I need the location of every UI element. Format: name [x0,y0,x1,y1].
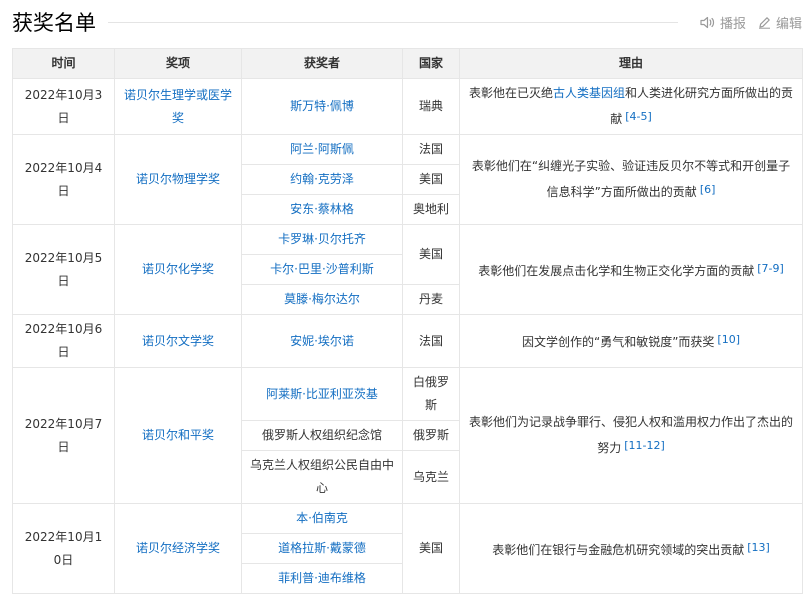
country-cell: 奥地利 [402,194,460,225]
edit-button[interactable]: 编辑 [758,13,802,32]
title-divider [108,22,678,23]
laureate-link[interactable]: 莫滕·梅尔达尔 [284,292,360,306]
laureate-cell: 约翰·克劳泽 [241,164,403,195]
laureate-cell: 俄罗斯人权组织纪念馆 [241,420,403,451]
date-cell: 2022年10月6日 [12,314,115,368]
laureate-cell: 斯万特·佩博 [241,78,403,135]
table-row: 2022年10月3日 诺贝尔生理学或医学奖 斯万特·佩博 瑞典 表彰他在已灭绝古… [12,78,803,135]
table-row: 2022年10月10日 诺贝尔经济学奖 本·伯南克 美国 表彰他们在银行与金融危… [12,503,803,594]
pencil-icon [758,17,770,29]
country-cell: 白俄罗斯 [402,367,460,421]
laureate-cell: 卡尔·巴里·沙普利斯 [241,254,403,285]
country-cell: 丹麦 [402,284,460,315]
table-row: 2022年10月6日 诺贝尔文学奖 安妮·埃尔诺 法国 因文学创作的“勇气和敏锐… [12,314,803,368]
prize-link[interactable]: 诺贝尔物理学奖 [136,172,220,186]
table-row: 2022年10月5日 诺贝尔化学奖 卡罗琳·贝尔托齐 美国 表彰他们在发展点击化… [12,224,803,315]
laureate-cell: 菲利普·迪布维格 [241,563,403,594]
country-cell: 瑞典 [402,78,460,135]
awards-table: 时间 奖项 获奖者 国家 理由 2022年10月3日 诺贝尔生理学或医学奖 斯万… [12,48,803,594]
laureate-link[interactable]: 卡尔·巴里·沙普利斯 [270,262,374,276]
country-cell: 乌克兰 [402,450,460,504]
section-title: 获奖名单 [12,11,96,35]
date-cell: 2022年10月10日 [12,503,115,594]
country-cell: 美国 [402,164,460,195]
prize-cell: 诺贝尔文学奖 [114,314,242,368]
laureate-link[interactable]: 卡罗琳·贝尔托齐 [278,232,366,246]
reason-text: 表彰他们在发展点击化学和生物正交化学方面的贡献 [478,263,755,278]
laureate-link[interactable]: 约翰·克劳泽 [290,172,354,186]
laureate-cell: 乌克兰人权组织公民自由中心 [241,450,403,504]
laureate-link[interactable]: 阿莱斯·比亚利亚茨基 [266,387,378,401]
prize-link[interactable]: 诺贝尔经济学奖 [136,541,220,555]
country-cell: 俄罗斯 [402,420,460,451]
reference-link[interactable]: [10] [717,333,740,346]
reference-link[interactable]: [13] [747,541,770,554]
prize-cell: 诺贝尔物理学奖 [114,134,242,225]
play-label: 播报 [719,17,746,32]
laureate-cell: 安妮·埃尔诺 [241,314,403,368]
country-cell: 法国 [402,314,460,368]
section-header: 获奖名单 播报 编辑 [12,8,802,38]
column-header: 理由 [459,48,803,79]
laureate-link[interactable]: 菲利普·迪布维格 [278,571,366,585]
prize-cell: 诺贝尔和平奖 [114,367,242,504]
speaker-icon [700,16,715,29]
prize-link[interactable]: 诺贝尔和平奖 [142,428,214,442]
table-row: 2022年10月4日 诺贝尔物理学奖 阿兰·阿斯佩 法国 表彰他们在“纠缠光子实… [12,134,803,225]
reason-cell: 表彰他们在发展点击化学和生物正交化学方面的贡献 [7-9] [459,224,803,315]
play-button[interactable]: 播报 [700,13,746,32]
country-cell: 美国 [402,503,460,594]
laureate-link[interactable]: 斯万特·佩博 [290,99,354,113]
table-header-row: 时间 奖项 获奖者 国家 理由 [12,48,803,79]
laureate-link[interactable]: 安妮·埃尔诺 [290,334,354,348]
prize-link[interactable]: 诺贝尔化学奖 [142,262,214,276]
reason-cell: 表彰他们在“纠缠光子实验、验证违反贝尔不等式和开创量子信息科学”方面所做出的贡献… [459,134,803,225]
laureate-cell: 道格拉斯·戴蒙德 [241,533,403,564]
date-cell: 2022年10月7日 [12,367,115,504]
reference-link[interactable]: [6] [700,183,716,196]
prize-cell: 诺贝尔生理学或医学奖 [114,78,242,135]
reason-text: 表彰他们在银行与金融危机研究领域的突出贡献 [492,542,745,557]
laureate-cell: 本·伯南克 [241,503,403,534]
laureate-cell: 安东·蔡林格 [241,194,403,225]
reference-link[interactable]: [11-12] [624,439,665,452]
reason-cell: 表彰他们在银行与金融危机研究领域的突出贡献 [13] [459,503,803,594]
laureate-cell: 阿莱斯·比亚利亚茨基 [241,367,403,421]
column-header: 获奖者 [241,48,403,79]
laureate-link[interactable]: 本·伯南克 [296,511,348,525]
laureate-link[interactable]: 道格拉斯·戴蒙德 [278,541,366,555]
date-cell: 2022年10月3日 [12,78,115,135]
laureate-cell: 莫滕·梅尔达尔 [241,284,403,315]
date-cell: 2022年10月4日 [12,134,115,225]
prize-link[interactable]: 诺贝尔生理学或医学奖 [124,88,232,125]
reference-link[interactable]: [7-9] [757,262,784,275]
reference-link[interactable]: [4-5] [625,110,652,123]
reason-cell: 因文学创作的“勇气和敏锐度”而获奖 [10] [459,314,803,368]
reason-text: 表彰他们在“纠缠光子实验、验证违反贝尔不等式和开创量子信息科学”方面所做出的贡献 [471,159,791,199]
prize-link[interactable]: 诺贝尔文学奖 [142,334,214,348]
country-cell: 美国 [402,224,460,285]
laureate-link[interactable]: 阿兰·阿斯佩 [290,142,354,156]
column-header: 时间 [12,48,115,79]
reason-text: 表彰他在已灭绝 [468,86,553,100]
laureate-cell: 卡罗琳·贝尔托齐 [241,224,403,255]
prize-cell: 诺贝尔经济学奖 [114,503,242,594]
reason-cell: 表彰他们为记录战争罪行、侵犯人权和滥用权力作出了杰出的努力 [11-12] [459,367,803,504]
country-cell: 法国 [402,134,460,165]
header-actions: 播报 编辑 [700,13,802,32]
column-header: 国家 [402,48,460,79]
date-cell: 2022年10月5日 [12,224,115,315]
laureate-cell: 阿兰·阿斯佩 [241,134,403,165]
edit-label: 编辑 [775,17,802,32]
column-header: 奖项 [114,48,242,79]
laureate-link[interactable]: 安东·蔡林格 [290,202,354,216]
reason-cell: 表彰他在已灭绝古人类基因组和人类进化研究方面所做出的贡献 [4-5] [459,78,803,135]
reason-link[interactable]: 古人类基因组 [553,86,625,100]
prize-cell: 诺贝尔化学奖 [114,224,242,315]
reason-text: 因文学创作的“勇气和敏锐度”而获奖 [521,335,715,349]
table-row: 2022年10月7日 诺贝尔和平奖 阿莱斯·比亚利亚茨基 白俄罗斯 表彰他们为记… [12,367,803,504]
